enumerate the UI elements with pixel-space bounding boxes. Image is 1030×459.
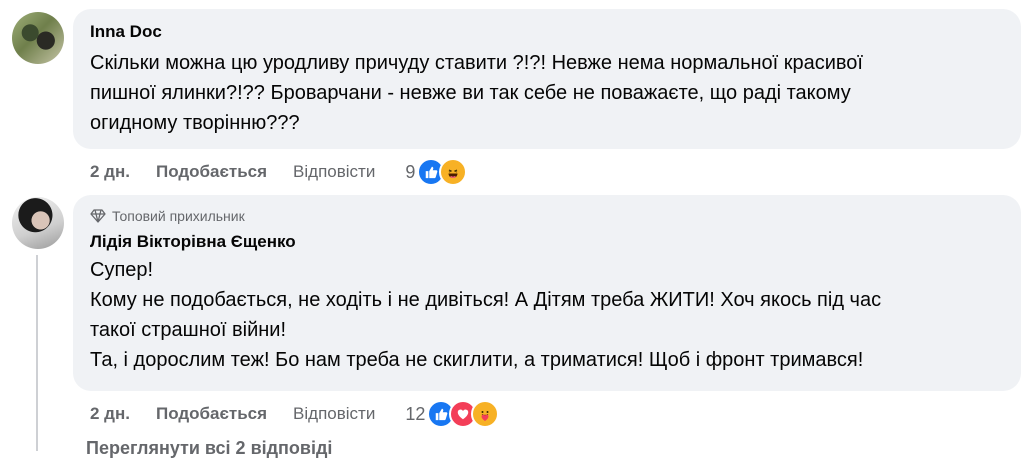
badge-label: Топовий прихильник	[112, 208, 245, 224]
reaction-summary[interactable]: 12	[405, 400, 500, 428]
avatar-lidiia[interactable]	[12, 197, 64, 249]
top-fan-badge[interactable]: Топовий прихильник	[90, 207, 1004, 225]
care-icon	[471, 400, 500, 428]
thread-line	[36, 255, 38, 451]
comment-actions: 2 дн. Подобається Відповісти 12	[90, 400, 500, 428]
comment-author[interactable]: Лідія Вікторівна Єщенко	[90, 231, 1004, 253]
comment-actions: 2 дн. Подобається Відповісти 9	[90, 158, 468, 186]
diamond-icon	[90, 209, 106, 223]
comment-text: Скільки можна цю уродливу причуду ставит…	[90, 52, 863, 134]
avatar-inna-doc[interactable]	[12, 12, 64, 64]
reaction-count: 9	[405, 161, 416, 182]
comment-bubble: Топовий прихильник Лідія Вікторівна Єщен…	[73, 195, 1021, 391]
reply-button[interactable]: Відповісти	[293, 162, 375, 182]
comment-author[interactable]: Inna Doc	[90, 21, 1004, 43]
reply-button[interactable]: Відповісти	[293, 404, 375, 424]
reaction-summary[interactable]: 9	[405, 158, 468, 186]
comment-timestamp[interactable]: 2 дн.	[90, 404, 130, 424]
comment-timestamp[interactable]: 2 дн.	[90, 162, 130, 182]
like-button[interactable]: Подобається	[156, 162, 267, 182]
like-button[interactable]: Подобається	[156, 404, 267, 424]
reaction-count: 12	[405, 403, 426, 424]
comment-bubble: Inna Doc Скільки можна цю уродливу причу…	[73, 9, 1021, 149]
view-more-replies[interactable]: Переглянути всі 2 відповіді	[86, 438, 332, 459]
comment-text: Супер! Кому не подобається, не ходіть і …	[90, 259, 882, 371]
haha-icon	[439, 158, 468, 186]
